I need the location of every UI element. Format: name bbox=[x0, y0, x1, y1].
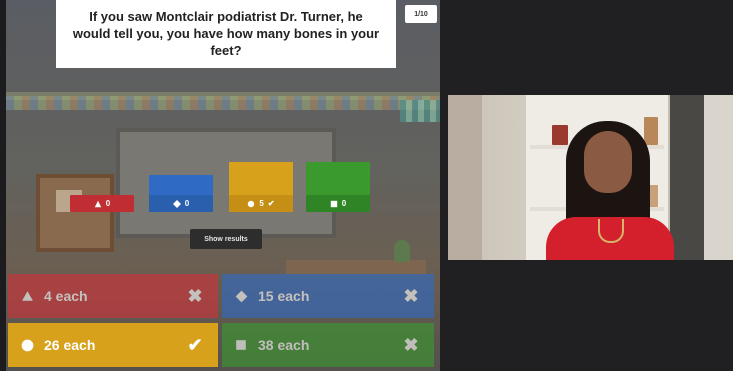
answer-tile-green[interactable]: 38 each ✖ bbox=[222, 323, 434, 367]
presenter-face bbox=[584, 131, 632, 193]
check-icon: ✔ bbox=[187, 334, 203, 355]
question-card: If you saw Montclair podiatrist Dr. Turn… bbox=[56, 0, 396, 68]
diamond-icon bbox=[172, 199, 181, 208]
cross-icon: ✖ bbox=[403, 285, 419, 306]
classroom-banner bbox=[400, 100, 440, 122]
circle-icon bbox=[20, 338, 34, 352]
classroom-corkboard bbox=[36, 174, 114, 252]
result-count: 5 bbox=[259, 199, 264, 208]
triangle-icon bbox=[94, 200, 101, 207]
shelf-ornament bbox=[552, 125, 568, 145]
circle-icon bbox=[248, 200, 255, 207]
result-count: 0 bbox=[184, 199, 190, 208]
square-icon bbox=[234, 338, 248, 352]
cross-icon: ✖ bbox=[187, 285, 203, 306]
diamond-icon bbox=[234, 289, 248, 303]
quiz-game-pane: If you saw Montclair podiatrist Dr. Turn… bbox=[6, 0, 440, 371]
result-bar-yellow: 5 ✔ bbox=[229, 162, 293, 212]
answer-label: 4 each bbox=[44, 288, 88, 304]
result-bar-label: 0 bbox=[306, 195, 370, 212]
answer-label: 15 each bbox=[258, 288, 310, 304]
shelf-ornament bbox=[644, 117, 658, 145]
cross-icon: ✖ bbox=[403, 334, 419, 355]
show-results-button[interactable]: Show results bbox=[190, 229, 262, 249]
result-bar-label: 5 ✔ bbox=[229, 195, 293, 212]
presenter-video bbox=[448, 95, 733, 260]
answer-tile-blue[interactable]: 15 each ✖ bbox=[222, 274, 434, 318]
check-icon: ✔ bbox=[267, 199, 275, 208]
answer-label: 38 each bbox=[258, 337, 310, 353]
answer-tile-yellow[interactable]: 26 each ✔ bbox=[8, 323, 218, 367]
triangle-icon bbox=[20, 289, 34, 303]
classroom-desk bbox=[286, 260, 426, 274]
result-bar-green: 0 bbox=[306, 162, 370, 212]
result-bar-label: 0 bbox=[70, 195, 134, 212]
result-count: 0 bbox=[105, 199, 111, 208]
result-bar-red: 0 bbox=[70, 195, 134, 212]
answer-tile-red[interactable]: 4 each ✖ bbox=[8, 274, 218, 318]
square-icon bbox=[330, 200, 337, 207]
result-count: 0 bbox=[341, 199, 347, 208]
question-text: If you saw Montclair podiatrist Dr. Turn… bbox=[72, 9, 380, 58]
question-counter: 1/10 bbox=[405, 5, 437, 23]
background-wall bbox=[704, 95, 733, 260]
classroom-plant bbox=[394, 240, 410, 262]
classroom-garland bbox=[6, 96, 440, 110]
answer-label: 26 each bbox=[44, 337, 96, 353]
result-bar-label: 0 bbox=[149, 195, 213, 212]
result-bar-blue: 0 bbox=[149, 175, 213, 212]
background-door bbox=[448, 95, 482, 260]
presenter-necklace bbox=[598, 219, 624, 243]
video-call-pane bbox=[440, 0, 733, 371]
